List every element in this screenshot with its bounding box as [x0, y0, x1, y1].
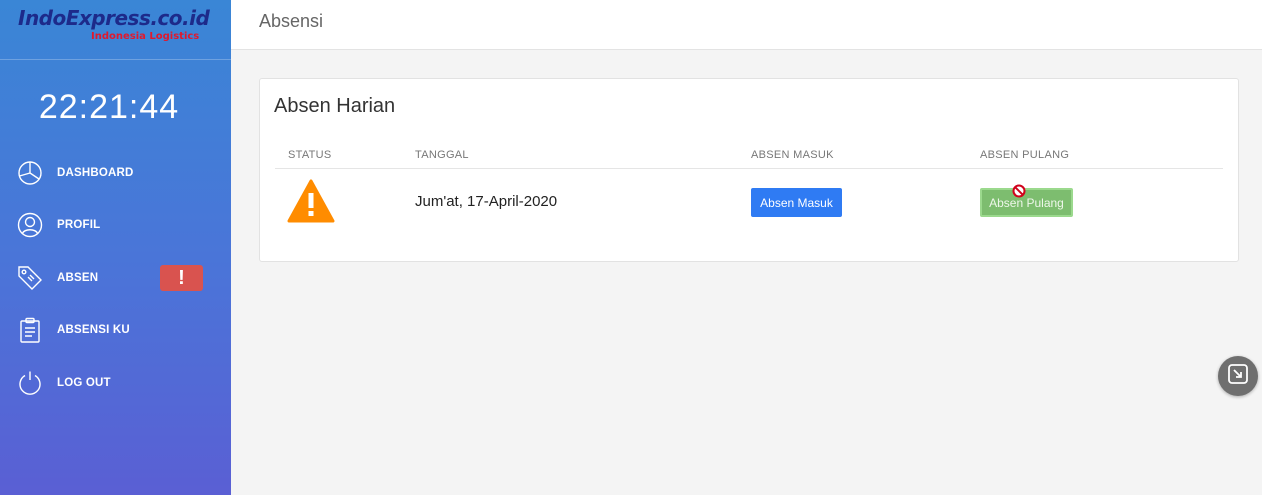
- column-header-status: STATUS: [288, 149, 332, 161]
- warning-icon: [287, 179, 335, 223]
- not-allowed-cursor-icon: [1012, 184, 1026, 198]
- power-icon: [17, 370, 43, 396]
- attendance-card: Absen Harian STATUS TANGGAL ABSEN MASUK …: [259, 78, 1239, 262]
- screen-capture-button[interactable]: [1218, 356, 1258, 396]
- sidebar-item-profil[interactable]: PROFIL: [0, 205, 231, 245]
- alert-badge: !: [160, 265, 203, 291]
- sidebar: IndoExpress.co.id Indonesia Logistics 22…: [0, 0, 231, 495]
- header: Absensi: [231, 0, 1262, 50]
- sidebar-item-label: ABSEN: [57, 272, 99, 284]
- logo[interactable]: IndoExpress.co.id Indonesia Logistics: [0, 0, 231, 60]
- column-header-absen-pulang: ABSEN PULANG: [980, 149, 1070, 161]
- clock: 22:21:44: [38, 88, 180, 126]
- column-header-absen-masuk: ABSEN MASUK: [751, 149, 834, 161]
- sidebar-item-absensi-ku[interactable]: ABSENSI KU: [0, 310, 231, 350]
- tag-icon: [17, 265, 43, 291]
- sidebar-item-absen[interactable]: ABSEN !: [0, 258, 231, 298]
- page-title: Absensi: [259, 11, 324, 31]
- sidebar-item-label: DASHBOARD: [57, 167, 134, 179]
- pie-chart-icon: [17, 160, 43, 186]
- clipboard-icon: [17, 317, 43, 343]
- user-icon: [17, 212, 43, 238]
- screen-capture-icon: [1226, 362, 1250, 391]
- attendance-date: Jum'at, 17-April-2020: [415, 193, 558, 210]
- column-header-tanggal: TANGGAL: [415, 149, 469, 161]
- absen-masuk-button[interactable]: Absen Masuk: [751, 188, 842, 217]
- divider: [275, 168, 1223, 169]
- brand-name: IndoExpress.co.id: [18, 6, 210, 30]
- absen-pulang-button[interactable]: Absen Pulang: [980, 188, 1073, 217]
- sidebar-item-dashboard[interactable]: DASHBOARD: [0, 153, 231, 193]
- sidebar-item-label: LOG OUT: [57, 377, 111, 389]
- sidebar-item-logout[interactable]: LOG OUT: [0, 363, 231, 403]
- sidebar-item-label: ABSENSI KU: [57, 324, 130, 336]
- sidebar-item-label: PROFIL: [57, 219, 101, 231]
- card-title: Absen Harian: [274, 95, 396, 117]
- brand-tagline: Indonesia Logistics: [91, 31, 200, 42]
